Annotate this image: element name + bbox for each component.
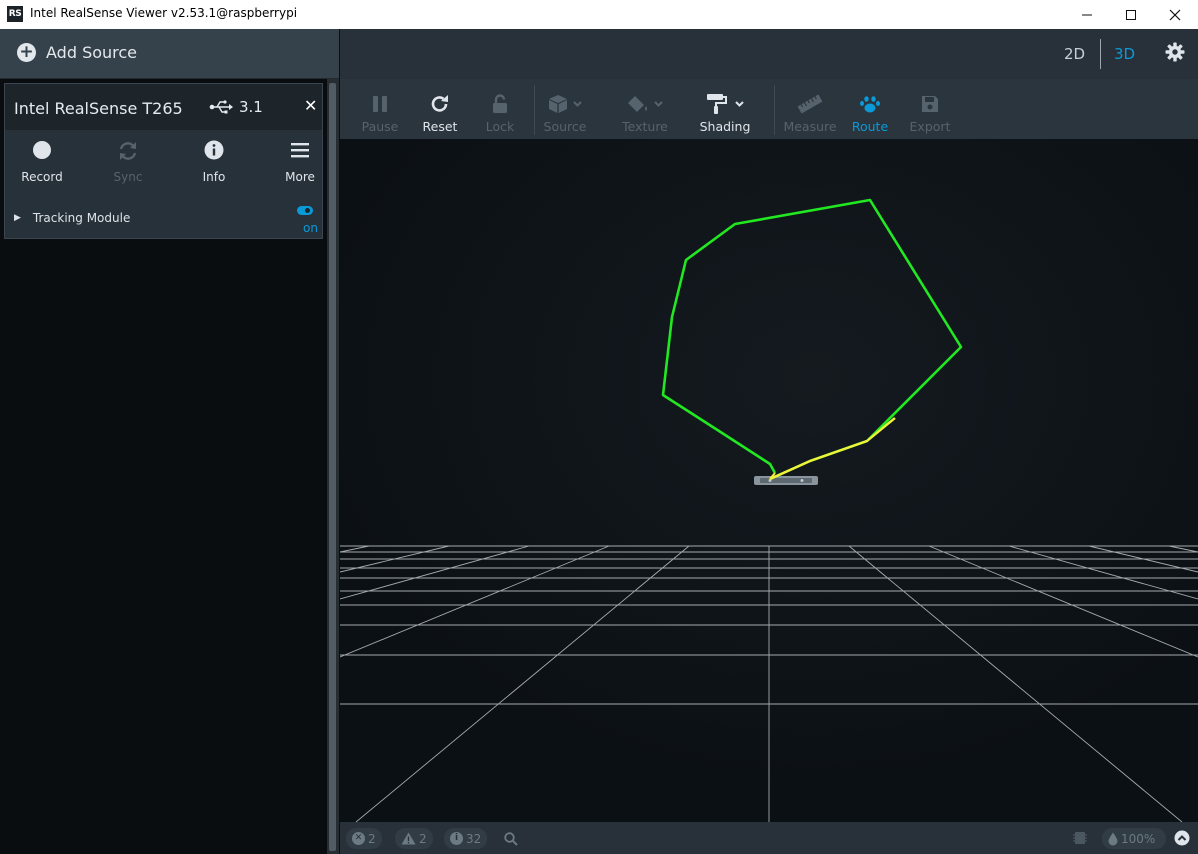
add-source-button[interactable]: + Add Source bbox=[17, 43, 137, 62]
device-name: Intel RealSense T265 bbox=[14, 99, 183, 118]
more-button[interactable]: More bbox=[265, 140, 335, 184]
record-button[interactable]: Record bbox=[7, 140, 77, 184]
paw-icon bbox=[860, 96, 880, 113]
sync-icon bbox=[119, 142, 137, 160]
warnings-badge[interactable]: 2 bbox=[395, 828, 433, 849]
expand-arrow-icon: ▶ bbox=[14, 213, 21, 223]
lock-label: Lock bbox=[485, 119, 515, 134]
scrollbar-thumb[interactable] bbox=[329, 83, 336, 851]
maximize-icon bbox=[1126, 9, 1136, 20]
3d-viewport[interactable] bbox=[339, 139, 1198, 823]
expand-log-button[interactable] bbox=[1174, 830, 1190, 850]
source-button[interactable]: Source bbox=[530, 93, 600, 134]
tracking-module-label: Tracking Module bbox=[32, 211, 131, 225]
status-bar: ✕ 2 2 i 32 100% bbox=[340, 822, 1198, 854]
shading-button[interactable]: Shading bbox=[690, 93, 760, 134]
sync-label: Sync bbox=[113, 170, 143, 184]
lock-button[interactable]: Lock bbox=[465, 93, 535, 134]
device-header: Intel RealSense T265 3.1 ✕ bbox=[5, 84, 322, 130]
texture-button[interactable]: Texture bbox=[610, 93, 680, 134]
search-icon bbox=[504, 832, 518, 846]
viewer-toolbar: Pause Reset Lock Source Texture Shading … bbox=[340, 79, 1198, 139]
app-logo: RS bbox=[7, 6, 23, 22]
shading-label: Shading bbox=[699, 119, 751, 134]
warning-icon bbox=[401, 832, 416, 845]
close-icon: ✕ bbox=[304, 96, 318, 115]
info-label: Info bbox=[202, 170, 226, 184]
close-window-button[interactable] bbox=[1152, 0, 1198, 29]
maximize-button[interactable] bbox=[1108, 0, 1154, 29]
droplet-icon bbox=[1108, 832, 1118, 845]
more-label: More bbox=[285, 170, 315, 184]
info-button[interactable]: Info bbox=[179, 140, 249, 184]
texture-label: Texture bbox=[622, 119, 668, 134]
plus-circle-icon: + bbox=[17, 43, 36, 62]
search-button[interactable] bbox=[504, 831, 518, 850]
source-header: + Add Source bbox=[0, 29, 339, 79]
reset-icon bbox=[431, 95, 448, 112]
sidebar-scrollbar[interactable] bbox=[327, 79, 339, 854]
info-icon: i bbox=[450, 832, 463, 845]
export-label: Export bbox=[909, 119, 951, 134]
errors-count: 2 bbox=[368, 831, 376, 846]
cube-icon bbox=[549, 95, 582, 113]
window-title: Intel RealSense Viewer v2.53.1@raspberry… bbox=[30, 6, 298, 20]
errors-badge[interactable]: ✕ 2 bbox=[346, 828, 382, 849]
module-toggle[interactable] bbox=[297, 206, 313, 215]
view-2d-button[interactable]: 2D bbox=[1064, 45, 1085, 63]
info-count: 32 bbox=[466, 831, 482, 846]
save-icon bbox=[922, 96, 938, 112]
usb-info: 3.1 bbox=[209, 98, 263, 116]
window-title-bar: RS Intel RealSense Viewer v2.53.1@raspbe… bbox=[0, 0, 1198, 29]
usb-icon bbox=[209, 100, 233, 114]
module-state: on bbox=[303, 221, 318, 235]
error-icon: ✕ bbox=[352, 832, 365, 845]
camera-device-model bbox=[754, 476, 818, 485]
lock-icon bbox=[493, 94, 507, 113]
remove-device-button[interactable]: ✕ bbox=[304, 96, 317, 115]
minimize-button[interactable] bbox=[1064, 0, 1110, 29]
record-icon bbox=[33, 141, 51, 159]
device-panel: Intel RealSense T265 3.1 ✕ Record Sync I… bbox=[4, 83, 323, 239]
add-source-label: Add Source bbox=[46, 43, 138, 62]
view-separator bbox=[1100, 39, 1101, 69]
paint-roller-icon bbox=[707, 94, 744, 114]
ruler-icon bbox=[797, 94, 823, 114]
export-button[interactable]: Export bbox=[895, 93, 965, 134]
view-3d-button[interactable]: 3D bbox=[1114, 45, 1135, 63]
view-header: 2D 3D bbox=[340, 29, 1198, 79]
info-icon bbox=[204, 140, 224, 160]
paint-bucket-icon bbox=[628, 96, 663, 112]
scene-canvas bbox=[339, 139, 1198, 823]
chevron-up-icon bbox=[1174, 830, 1190, 846]
opacity-value: 100% bbox=[1121, 831, 1156, 846]
usb-version: 3.1 bbox=[239, 98, 263, 116]
opacity-badge[interactable]: 100% bbox=[1102, 828, 1166, 849]
close-icon bbox=[1169, 9, 1181, 20]
warnings-count: 2 bbox=[419, 831, 427, 846]
minimize-icon bbox=[1082, 14, 1092, 15]
gear-icon bbox=[1165, 42, 1185, 62]
tracking-module-row[interactable]: ▶ Tracking Module bbox=[14, 211, 130, 225]
info-badge[interactable]: i 32 bbox=[444, 828, 488, 849]
pause-icon bbox=[373, 96, 387, 112]
toggle-knob bbox=[305, 208, 310, 213]
source-label: Source bbox=[543, 119, 587, 134]
menu-icon bbox=[291, 143, 309, 158]
sync-button[interactable]: Sync bbox=[93, 140, 163, 184]
chip-icon bbox=[1073, 832, 1087, 844]
record-label: Record bbox=[21, 170, 63, 184]
settings-button[interactable] bbox=[1165, 42, 1185, 66]
cpu-button[interactable] bbox=[1072, 830, 1088, 850]
